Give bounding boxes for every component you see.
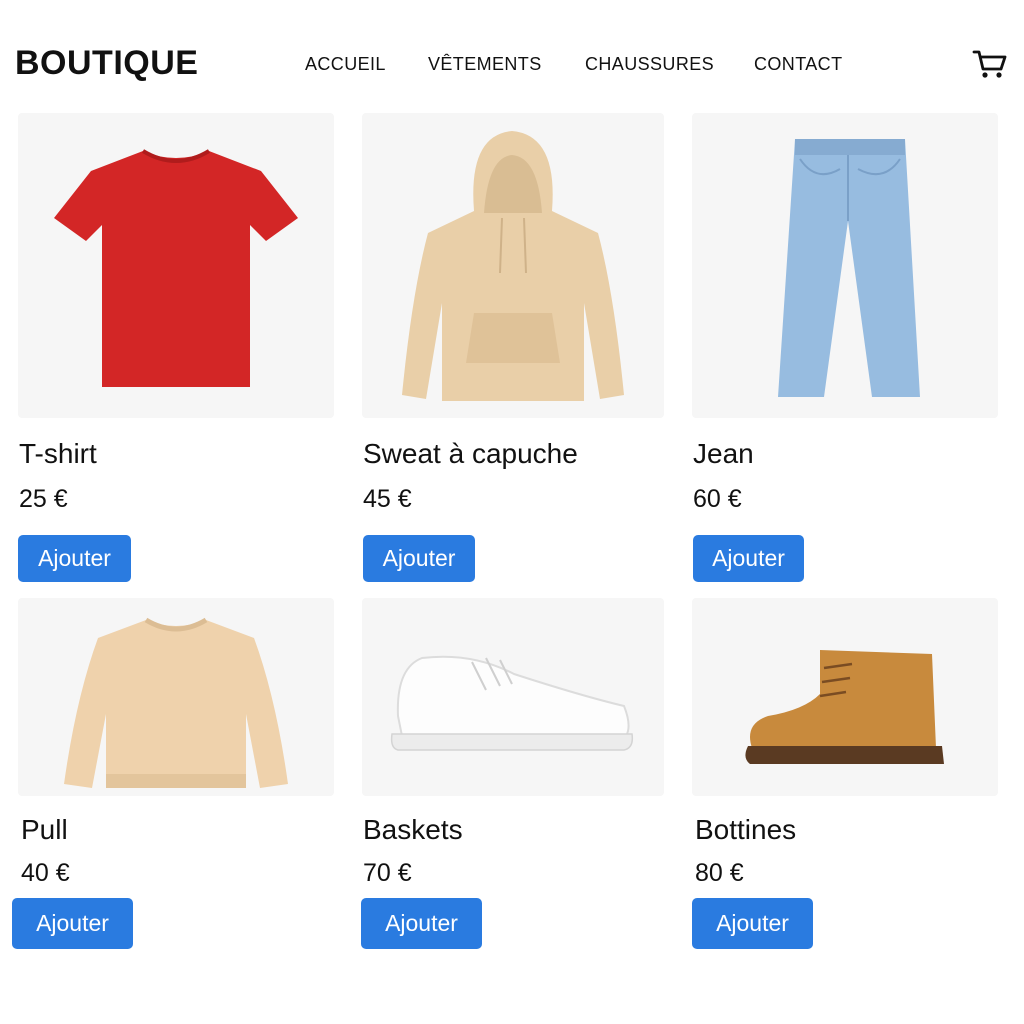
product-name: T-shirt xyxy=(19,438,97,469)
product-image-tshirt[interactable] xyxy=(18,113,334,418)
product-price: 70 € xyxy=(363,859,412,887)
nav-chaussures[interactable]: CHAUSSURES xyxy=(585,54,714,75)
beige-hoodie-image xyxy=(402,131,624,401)
product-image-bottines[interactable] xyxy=(692,598,998,796)
blue-jeans-image xyxy=(778,139,920,397)
product-name: Sweat à capuche xyxy=(363,438,578,469)
product-price: 60 € xyxy=(693,485,742,513)
product-name: Bottines xyxy=(695,814,797,845)
product-name: Pull xyxy=(21,814,68,845)
beige-sweater-image xyxy=(64,617,288,788)
add-to-cart-button[interactable]: Ajouter xyxy=(361,898,482,949)
tan-ankle-boots-image xyxy=(745,650,944,764)
red-tshirt-image xyxy=(54,149,298,387)
product-name: Jean xyxy=(693,438,754,469)
add-to-cart-button[interactable]: Ajouter xyxy=(12,898,133,949)
add-to-cart-button[interactable]: Ajouter xyxy=(692,898,813,949)
nav-vetements[interactable]: VÊTEMENTS xyxy=(428,54,542,75)
product-price: 25 € xyxy=(19,485,68,513)
add-to-cart-button[interactable]: Ajouter xyxy=(693,535,804,582)
site-header: BOUTIQUE ACCUEIL VÊTEMENTS CHAUSSURES CO… xyxy=(0,0,1024,110)
add-to-cart-button[interactable]: Ajouter xyxy=(18,535,131,582)
product-image-jeans[interactable] xyxy=(692,113,998,418)
brand-logo[interactable]: BOUTIQUE xyxy=(15,44,198,83)
product-image-pull[interactable] xyxy=(18,598,334,796)
white-sneakers-image xyxy=(390,655,634,751)
add-to-cart-button[interactable]: Ajouter xyxy=(363,535,475,582)
product-price: 80 € xyxy=(695,859,744,887)
nav-accueil[interactable]: ACCUEIL xyxy=(305,54,386,75)
shopping-cart-icon[interactable] xyxy=(972,48,1008,80)
product-image-hoodie[interactable] xyxy=(362,113,664,418)
product-price: 40 € xyxy=(21,859,70,887)
nav-contact[interactable]: CONTACT xyxy=(754,54,842,75)
product-name: Baskets xyxy=(363,814,463,845)
product-image-baskets[interactable] xyxy=(362,598,664,796)
product-price: 45 € xyxy=(363,485,412,513)
